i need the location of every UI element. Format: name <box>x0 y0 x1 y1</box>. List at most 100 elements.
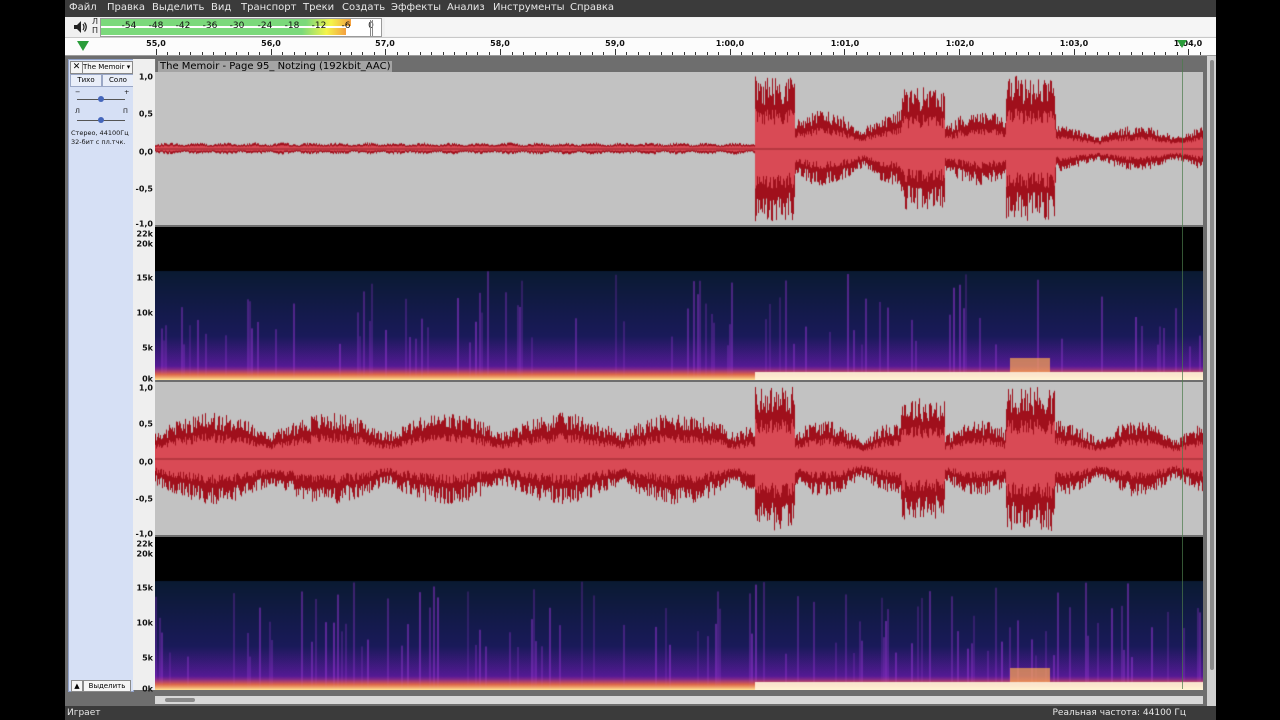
menu-tracks[interactable]: Треки <box>303 2 334 13</box>
timeline-tick <box>706 52 708 55</box>
timeline-tick <box>1188 49 1190 55</box>
playback-position-marker-icon[interactable] <box>1177 40 1187 48</box>
timeline-tick <box>1130 52 1132 55</box>
timeline-tick <box>236 52 238 55</box>
mute-button[interactable]: Тихо <box>70 74 102 87</box>
menu-select[interactable]: Выделить <box>152 2 204 13</box>
timeline-tick <box>981 52 983 55</box>
vertical-scroll-thumb[interactable] <box>1210 60 1214 670</box>
timeline-tick <box>293 52 295 55</box>
ruler-label: 15k <box>136 273 153 283</box>
timeline-tick <box>385 49 387 55</box>
timeline-tick <box>442 52 444 55</box>
timeline-tick <box>1199 52 1201 55</box>
menu-tools[interactable]: Инструменты <box>493 2 565 13</box>
timeline-tick <box>1016 52 1018 55</box>
collapse-track-button[interactable]: ▲ <box>71 680 83 692</box>
gain-slider[interactable] <box>98 96 104 102</box>
menu-edit[interactable]: Правка <box>107 2 145 13</box>
timeline-tick <box>224 52 226 55</box>
playback-meter[interactable]: -54 -48 -42 -36 -30 -24 -18 -12 -6 0 <box>100 18 382 37</box>
menu-analyze[interactable]: Анализ <box>447 2 485 13</box>
track-name-menu[interactable]: The Memoir ▾ <box>82 61 133 74</box>
spectrogram-left-channel[interactable] <box>155 227 1203 380</box>
meter-tick: -24 <box>257 21 273 31</box>
timeline-tick <box>419 52 421 55</box>
pan-slider[interactable] <box>98 117 104 123</box>
toolbar-grip[interactable] <box>370 20 374 36</box>
timeline-tick <box>350 52 352 55</box>
waveform-left-channel[interactable] <box>155 72 1203 225</box>
timeline-tick <box>660 52 662 55</box>
spectrogram-right-channel[interactable] <box>155 537 1203 690</box>
timeline-tick <box>1165 52 1167 55</box>
speaker-icon[interactable] <box>72 19 88 35</box>
timeline-tick <box>1085 52 1087 55</box>
timeline-tick <box>1004 52 1006 55</box>
timeline-tick <box>993 52 995 55</box>
ruler-label: 0,0 <box>138 457 153 467</box>
track-info-bitdepth: 32-бит с пл.тчк. <box>71 138 126 146</box>
timeline-tick <box>362 52 364 55</box>
play-head-icon[interactable] <box>77 41 89 51</box>
meter-tick: -30 <box>229 21 245 31</box>
ruler-label: 0,5 <box>138 419 153 429</box>
select-track-button[interactable]: Выделить <box>83 680 131 692</box>
meter-tick: -42 <box>175 21 191 31</box>
meter-tick: -18 <box>284 21 300 31</box>
timeline-tick <box>947 52 949 55</box>
timeline-ruler[interactable]: 55,0 56,0 57,0 58,0 59,0 1:00,0 1:01,0 1… <box>65 38 1216 56</box>
pan-right-label: П <box>123 107 128 115</box>
timeline-tick <box>970 52 972 55</box>
timeline-tick <box>672 52 674 55</box>
timeline-tick <box>477 52 479 55</box>
menu-help[interactable]: Справка <box>570 2 614 13</box>
meter-tick: -48 <box>148 21 164 31</box>
timeline-tick <box>454 52 456 55</box>
ruler-label: 10k <box>136 308 153 318</box>
menu-transport[interactable]: Транспорт <box>241 2 296 13</box>
horizontal-scroll-thumb[interactable] <box>165 698 195 702</box>
timeline-tick <box>373 52 375 55</box>
menu-effects[interactable]: Эффекты <box>391 2 441 13</box>
timeline-tick <box>1062 52 1064 55</box>
ruler-label: 15k <box>136 583 153 593</box>
track-name-label: The Memoir <box>83 63 125 71</box>
timeline-tick <box>614 49 616 55</box>
horizontal-scrollbar[interactable] <box>155 696 1203 704</box>
menu-view[interactable]: Вид <box>211 2 231 13</box>
timeline-tick <box>1027 52 1029 55</box>
timeline-tick <box>167 52 169 55</box>
ruler-label: -1,0 <box>135 529 154 539</box>
timeline-label: 1:03,0 <box>1059 39 1089 48</box>
timeline-label: 1:01,0 <box>830 39 860 48</box>
timeline-label: 59,0 <box>605 39 625 48</box>
pan-left-label: Л <box>75 107 80 115</box>
track-area: ✕ The Memoir ▾ Тихо Соло − + Л П Стерео,… <box>65 56 1216 706</box>
status-text: Играет <box>67 708 101 718</box>
audacity-window: Файл Правка Выделить Вид Транспорт Треки… <box>65 0 1216 720</box>
ruler-label: 0k <box>142 684 153 694</box>
menu-generate[interactable]: Создать <box>342 2 385 13</box>
timeline-tick <box>890 52 892 55</box>
timeline-tick <box>935 52 937 55</box>
timeline-tick <box>557 52 559 55</box>
timeline-tick <box>1142 52 1144 55</box>
solo-button[interactable]: Соло <box>102 74 134 87</box>
menu-file[interactable]: Файл <box>69 2 97 13</box>
timeline-label: 56,0 <box>261 39 281 48</box>
ruler-label: 22k <box>136 229 153 239</box>
timeline-tick <box>580 52 582 55</box>
toolbar-spacer <box>385 18 1216 36</box>
timeline-tick <box>465 52 467 55</box>
ruler-label: 1,0 <box>138 72 153 82</box>
menu-bar: Файл Правка Выделить Вид Транспорт Треки… <box>65 0 1216 17</box>
ruler-label: 22k <box>136 539 153 549</box>
timeline-tick <box>752 52 754 55</box>
meter-tick: -36 <box>202 21 218 31</box>
timeline-tick <box>1119 52 1121 55</box>
timeline-label: 55,0 <box>146 39 166 48</box>
waveform-right-channel[interactable] <box>155 382 1203 535</box>
timeline-tick <box>488 52 490 55</box>
timeline-tick <box>282 52 284 55</box>
